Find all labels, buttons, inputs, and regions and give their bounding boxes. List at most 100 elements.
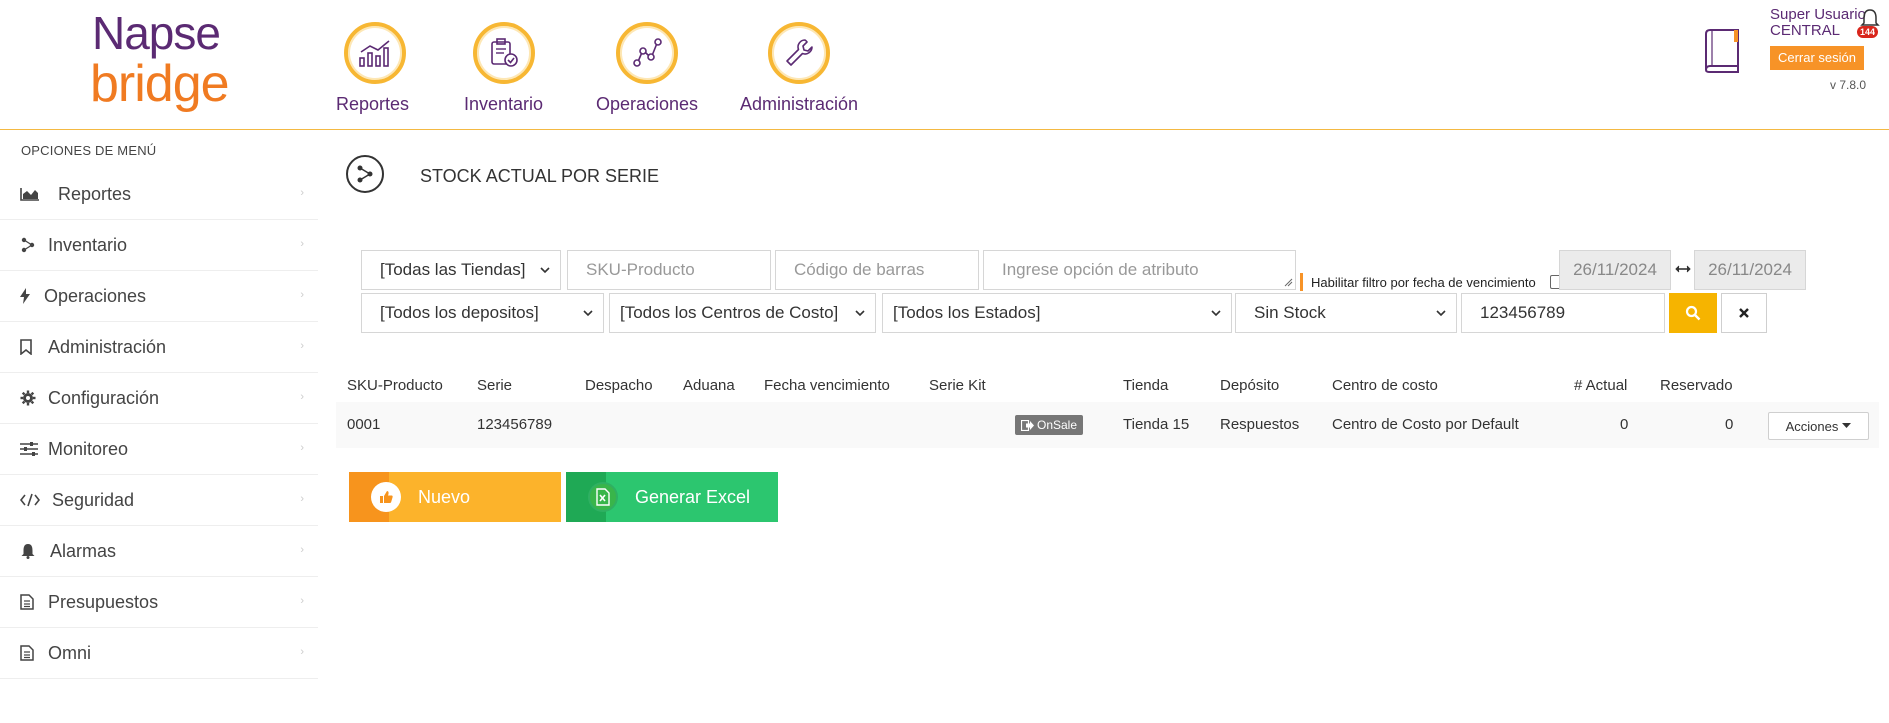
- search-icon: [1685, 305, 1701, 321]
- topnav-administracion[interactable]: Administración: [740, 22, 858, 115]
- chevron-right-icon: ›: [300, 544, 304, 556]
- topnav-label: Operaciones: [596, 94, 699, 114]
- accent-bar: [1300, 273, 1303, 291]
- table-header: SKU-Producto Serie Despacho Aduana Fecha…: [336, 371, 1889, 401]
- onsale-label: OnSale: [1037, 418, 1078, 432]
- napse-bridge-logo[interactable]: Napse bridge: [90, 8, 240, 110]
- vencimiento-label: Habilitar filtro por fecha de vencimient…: [1311, 274, 1536, 290]
- cell-reservado: 0: [1725, 416, 1734, 433]
- sign-out-icon: [1021, 419, 1034, 431]
- sku-producto-input[interactable]: SKU-Producto: [567, 250, 771, 290]
- area-chart-icon: [20, 185, 42, 203]
- sku-placeholder: SKU-Producto: [586, 260, 695, 279]
- column-header[interactable]: Centro de costo: [1332, 377, 1438, 394]
- fecha-hasta-input[interactable]: 26/11/2024: [1694, 250, 1806, 290]
- acciones-dropdown-button[interactable]: Acciones: [1768, 412, 1869, 440]
- resize-handle-icon[interactable]: [1284, 278, 1293, 287]
- date-range-arrow-icon: [1675, 258, 1691, 279]
- atributo-textarea[interactable]: Ingrese opción de atributo: [983, 250, 1296, 290]
- onsale-badge[interactable]: OnSale: [1015, 415, 1084, 435]
- notification-count-badge: 144: [1857, 26, 1879, 38]
- column-header[interactable]: Depósito: [1220, 377, 1279, 394]
- sidebar: OPCIONES DE MENÚ Reportes › Inventario ›…: [0, 131, 318, 723]
- column-header[interactable]: Fecha vencimiento: [764, 377, 890, 394]
- sidebar-item-label: Inventario: [48, 234, 128, 255]
- close-icon: [1739, 308, 1749, 318]
- topnav-reportes[interactable]: Reportes: [336, 22, 409, 115]
- chevron-down-icon: [1211, 310, 1221, 317]
- chevron-right-icon: ›: [300, 646, 304, 658]
- topnav-operaciones[interactable]: Operaciones: [596, 22, 698, 115]
- chevron-right-icon: ›: [300, 391, 304, 403]
- cell-deposito: Respuestos: [1220, 416, 1300, 433]
- page-title: STOCK ACTUAL POR SERIE: [420, 166, 660, 186]
- column-header[interactable]: Despacho: [585, 377, 653, 394]
- column-header[interactable]: Tienda: [1123, 377, 1168, 394]
- column-header[interactable]: Serie Kit: [929, 377, 986, 394]
- chevron-down-icon: [855, 310, 865, 317]
- cell-actual: 0: [1620, 416, 1629, 433]
- inventory-icon: [20, 236, 42, 254]
- main-content: STOCK ACTUAL POR SERIE [Todas las Tienda…: [336, 131, 1889, 723]
- caret-down-icon: [1842, 423, 1852, 428]
- search-button[interactable]: [1669, 293, 1717, 333]
- chevron-right-icon: ›: [300, 289, 304, 301]
- clear-filters-button[interactable]: [1721, 293, 1767, 333]
- column-header[interactable]: SKU-Producto: [347, 377, 443, 394]
- column-header[interactable]: Serie: [477, 377, 512, 394]
- column-header[interactable]: Reservado: [1660, 377, 1733, 394]
- topnav-label: Reportes: [336, 94, 410, 114]
- acciones-label: Acciones: [1785, 418, 1839, 434]
- estados-select-value: [Todos los Estados]: [893, 303, 1041, 322]
- sidebar-item-administracion[interactable]: Administración ›: [0, 322, 318, 373]
- logout-button[interactable]: Cerrar sesión: [1770, 46, 1864, 70]
- fecha-desde-input[interactable]: 26/11/2024: [1559, 250, 1671, 290]
- document-icon: [20, 593, 42, 611]
- fecha-hasta-value: 26/11/2024: [1708, 260, 1792, 279]
- app-version: v 7.8.0: [1830, 78, 1867, 92]
- sidebar-item-configuracion[interactable]: Configuración ›: [0, 373, 318, 424]
- gear-icon: [20, 389, 42, 407]
- centros-costo-select[interactable]: [Todos los Centros de Costo]: [609, 293, 876, 333]
- depositos-select[interactable]: [Todos los depositos]: [361, 293, 604, 333]
- chevron-right-icon: ›: [300, 442, 304, 454]
- serie-input[interactable]: 123456789: [1461, 293, 1665, 333]
- centros-costo-select-value: [Todos los Centros de Costo]: [620, 303, 839, 322]
- sliders-icon: [20, 440, 42, 458]
- column-header[interactable]: Aduana: [683, 377, 735, 394]
- thumbs-up-icon: [371, 482, 401, 512]
- stock-select[interactable]: Sin Stock: [1235, 293, 1457, 333]
- sidebar-item-presupuestos[interactable]: Presupuestos ›: [0, 577, 318, 628]
- depositos-select-value: [Todos los depositos]: [380, 303, 539, 322]
- column-header[interactable]: # Actual: [1574, 377, 1627, 394]
- generar-excel-label: Generar Excel: [635, 487, 751, 507]
- codigo-barras-input[interactable]: Código de barras: [775, 250, 979, 290]
- sidebar-item-operaciones[interactable]: Operaciones ›: [0, 271, 318, 322]
- topnav-inventario[interactable]: Inventario: [464, 22, 543, 115]
- sidebar-item-monitoreo[interactable]: Monitoreo ›: [0, 424, 318, 475]
- sidebar-item-alarmas[interactable]: Alarmas ›: [0, 526, 318, 577]
- nuevo-button[interactable]: Nuevo: [349, 472, 561, 522]
- serie-input-value: 123456789: [1480, 303, 1566, 322]
- code-icon: [20, 491, 46, 509]
- sidebar-item-label: Administración: [48, 336, 167, 357]
- generar-excel-button[interactable]: Generar Excel: [566, 472, 778, 522]
- sidebar-item-inventario[interactable]: Inventario ›: [0, 220, 318, 271]
- sidebar-item-reportes[interactable]: Reportes ›: [0, 169, 318, 220]
- sidebar-item-seguridad[interactable]: Seguridad ›: [0, 475, 318, 526]
- chevron-right-icon: ›: [300, 340, 304, 352]
- sidebar-item-omni[interactable]: Omni ›: [0, 628, 318, 679]
- sidebar-item-label: Presupuestos: [48, 591, 159, 612]
- sidebar-item-label: Omni: [48, 642, 92, 663]
- atributo-placeholder: Ingrese opción de atributo: [1002, 260, 1199, 279]
- topnav-label: Inventario: [464, 94, 544, 114]
- tiendas-select[interactable]: [Todas las Tiendas]: [361, 250, 561, 290]
- estados-select[interactable]: [Todos los Estados]: [882, 293, 1232, 333]
- inventory-clipboard-icon: [472, 22, 535, 84]
- chevron-right-icon: ›: [300, 187, 304, 199]
- excel-file-icon: [588, 482, 618, 512]
- manual-book-icon[interactable]: [1700, 28, 1744, 73]
- topnav-label: Administración: [740, 94, 859, 114]
- inventory-page-icon: [346, 155, 384, 193]
- nuevo-label: Nuevo: [418, 487, 471, 507]
